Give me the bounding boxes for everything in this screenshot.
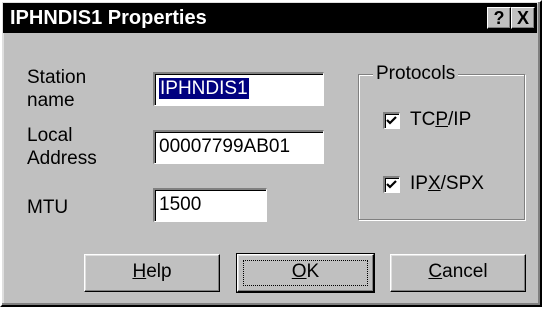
ipxspx-checkbox-box[interactable] [383, 175, 400, 193]
window-title: IPHNDIS1 Properties [10, 7, 207, 29]
cancel-button-label: Cancel [428, 261, 488, 282]
checkmark-icon [386, 115, 397, 125]
title-bar[interactable]: IPHNDIS1 Properties ? X [3, 3, 537, 33]
station-name-label-line1: Station [27, 67, 87, 88]
checkbox-ipxspx[interactable]: IPX/SPX [383, 171, 484, 197]
protocols-groupbox [358, 74, 525, 220]
local-address-label-line2: Address [27, 148, 97, 169]
tcpip-label: TCP/IP [410, 109, 472, 130]
checkmark-icon [386, 179, 397, 189]
local-address-input[interactable]: 00007799AB01 [153, 130, 324, 164]
ok-button-label: OK [291, 261, 320, 282]
local-address-value: 00007799AB01 [159, 136, 291, 157]
close-icon[interactable]: X [511, 7, 535, 29]
station-name-input[interactable]: IPHNDIS1 [153, 72, 324, 106]
cancel-button[interactable]: Cancel [390, 254, 526, 292]
mtu-label: MTU [27, 197, 69, 218]
local-address-label-line1: Local [27, 125, 73, 146]
ipxspx-label: IPX/SPX [410, 173, 484, 194]
help-icon[interactable]: ? [487, 7, 511, 29]
protocols-legend: Protocols [373, 62, 459, 85]
ok-button[interactable]: OK [236, 253, 375, 293]
mtu-value: 1500 [159, 194, 202, 215]
help-button-label: Help [132, 261, 172, 282]
tcpip-checkbox-box[interactable] [383, 111, 400, 129]
station-name-label-line2: name [27, 90, 75, 111]
station-name-value: IPHNDIS1 [159, 78, 249, 99]
checkbox-tcpip[interactable]: TCP/IP [383, 107, 471, 133]
mtu-input[interactable]: 1500 [153, 188, 267, 222]
help-button[interactable]: Help [84, 254, 220, 292]
